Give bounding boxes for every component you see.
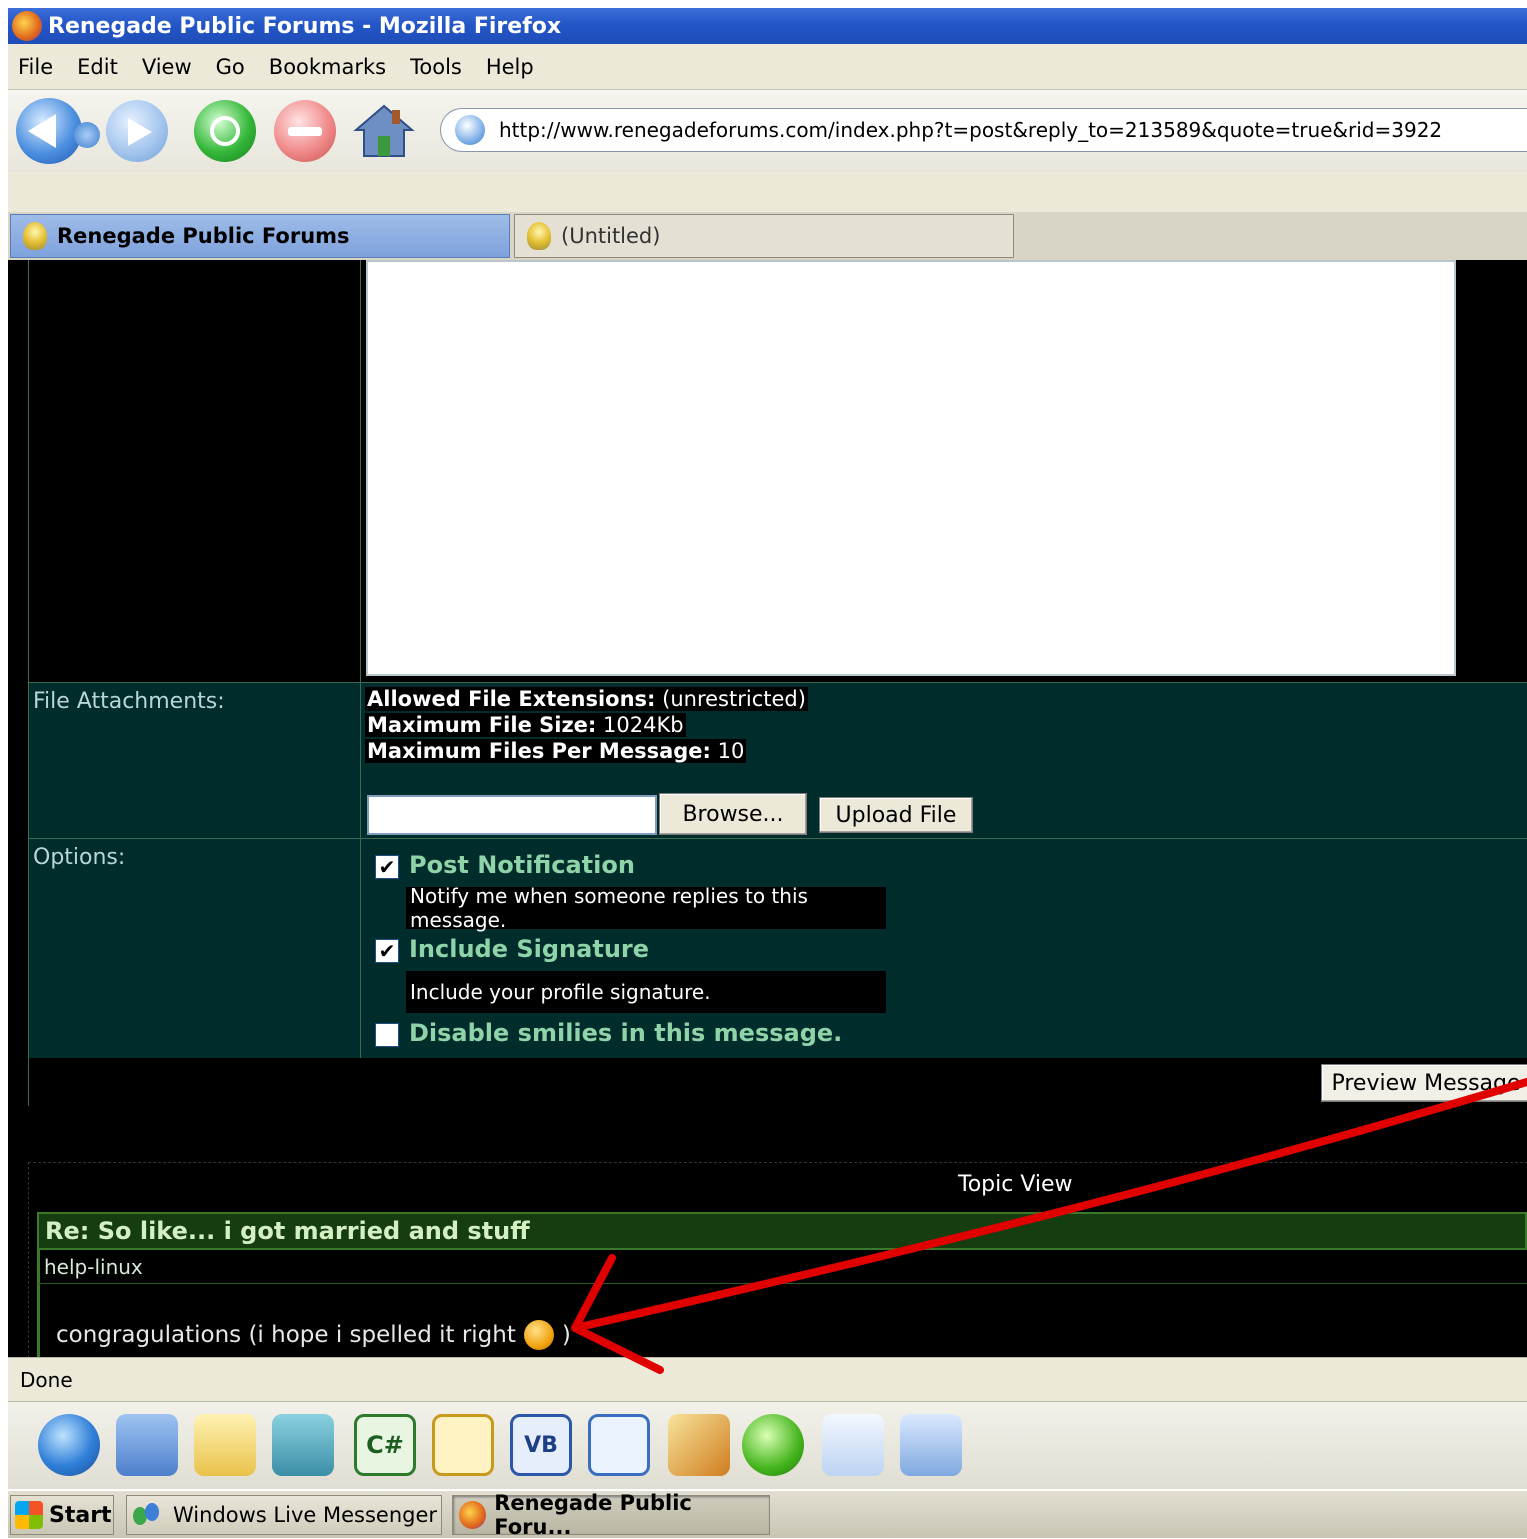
tab-renegade-public-forums[interactable]: Renegade Public Forums	[10, 214, 510, 258]
menu-bar: File Edit View Go Bookmarks Tools Help	[8, 44, 1527, 90]
menu-view[interactable]: View	[142, 55, 192, 79]
forward-arrow	[128, 118, 152, 146]
max-files-value: 10	[717, 739, 745, 763]
menu-go[interactable]: Go	[216, 55, 245, 79]
components-icon[interactable]	[272, 1414, 334, 1476]
status-bar: Done	[8, 1357, 1527, 1401]
include-signature-description: Include your profile signature.	[406, 971, 886, 1013]
status-text: Done	[20, 1367, 73, 1392]
post-text: congragulations (i hope i spelled it rig…	[56, 1320, 571, 1350]
menu-edit[interactable]: Edit	[77, 55, 118, 79]
allowed-extensions-line: Allowed File Extensions: (unrestricted)	[365, 687, 808, 711]
remote-desktop-icon[interactable]	[588, 1414, 650, 1476]
submit-row: Preview Message	[29, 1058, 1527, 1106]
reload-ring	[210, 116, 240, 146]
bookmarks-toolbar	[8, 172, 1527, 212]
file-path-input[interactable]	[367, 795, 657, 835]
navigation-toolbar: http://www.renegadeforums.com/index.php?…	[8, 90, 1527, 173]
post-author[interactable]: help-linux	[37, 1250, 1527, 1284]
row-divider	[360, 683, 361, 839]
max-files-line: Maximum Files Per Message: 10	[365, 739, 747, 763]
network-icon[interactable]	[116, 1414, 178, 1476]
firefox-icon	[12, 11, 42, 41]
tab-strip: Renegade Public Forums (Untitled)	[8, 212, 1527, 261]
window-title: Renegade Public Forums - Mozilla Firefox	[48, 13, 562, 39]
menu-help[interactable]: Help	[486, 55, 534, 79]
options-row: Options: ✔ Post Notification Notify me w…	[29, 838, 1527, 1060]
max-files-label: Maximum Files Per Message:	[367, 739, 711, 763]
message-textarea[interactable]	[366, 260, 1456, 676]
menu-bookmarks[interactable]: Bookmarks	[269, 55, 386, 79]
crosshair-icon[interactable]	[432, 1414, 494, 1476]
allowed-extensions-value: (unrestricted)	[662, 687, 806, 711]
start-label: Start	[49, 1502, 112, 1528]
max-file-size-label: Maximum File Size:	[367, 713, 597, 737]
file-attachments-row: File Attachments: Allowed File Extension…	[29, 682, 1527, 839]
allowed-extensions-label: Allowed File Extensions:	[367, 687, 656, 711]
internet-icon[interactable]	[38, 1414, 100, 1476]
post-body-text: congragulations (i hope i spelled it rig…	[56, 1322, 516, 1348]
back-history-dropdown-icon[interactable]	[74, 122, 100, 148]
mail-icon[interactable]	[194, 1414, 256, 1476]
disable-smilies-label[interactable]: Disable smilies in this message.	[409, 1019, 842, 1047]
page-icon	[527, 222, 551, 250]
page-icon	[23, 222, 47, 250]
stop-bar	[288, 127, 322, 136]
tab-untitled[interactable]: (Untitled)	[514, 214, 1014, 258]
notepad-pencil-icon[interactable]	[822, 1414, 884, 1476]
include-signature-label[interactable]: Include Signature	[409, 935, 649, 963]
topic-view-heading: Topic View	[958, 1172, 1073, 1197]
smiley-icon	[523, 1320, 554, 1350]
url-bar[interactable]: http://www.renegadeforums.com/index.php?…	[440, 108, 1527, 152]
post-title: Re: So like... i got married and stuff	[37, 1212, 1527, 1250]
post-notification-checkbox[interactable]: ✔	[375, 855, 399, 879]
back-arrow	[28, 114, 56, 148]
globe-icon	[455, 115, 485, 145]
taskbar: Start Windows Live Messenger Renegade Pu…	[8, 1489, 1527, 1539]
preview-message-button[interactable]: Preview Message	[1321, 1064, 1527, 1102]
options-label: Options:	[33, 845, 126, 870]
task-windows-live-messenger[interactable]: Windows Live Messenger	[126, 1495, 442, 1535]
messenger-icon	[133, 1503, 163, 1527]
upload-file-button[interactable]: Upload File	[819, 797, 973, 833]
file-attachments-label: File Attachments:	[33, 689, 225, 714]
include-signature-checkbox[interactable]: ✔	[375, 939, 399, 963]
start-button[interactable]: Start	[10, 1495, 114, 1535]
quill-icon[interactable]	[668, 1414, 730, 1476]
window-title-bar: Renegade Public Forums - Mozilla Firefox	[8, 8, 1527, 44]
quick-launch-bar: C# VB	[8, 1401, 1527, 1490]
post-notification-label[interactable]: Post Notification	[409, 851, 635, 879]
menu-file[interactable]: File	[18, 55, 53, 79]
tab-label: Renegade Public Forums	[57, 224, 350, 248]
home-icon[interactable]	[352, 102, 416, 160]
task-label: Windows Live Messenger	[173, 1503, 438, 1527]
post-body-suffix: )	[561, 1322, 571, 1348]
task-label: Renegade Public Foru...	[494, 1491, 692, 1539]
tab-label: (Untitled)	[561, 224, 661, 248]
url-text[interactable]: http://www.renegadeforums.com/index.php?…	[499, 118, 1442, 142]
notepad-icon[interactable]	[900, 1414, 962, 1476]
menu-tools[interactable]: Tools	[410, 55, 462, 79]
row-divider	[360, 839, 361, 1059]
task-renegade-public-forums[interactable]: Renegade Public Foru...	[452, 1491, 770, 1539]
post-notification-description: Notify me when someone replies to this m…	[406, 884, 886, 932]
windows-logo-icon	[15, 1501, 43, 1529]
firefox-icon	[459, 1501, 487, 1529]
vb-icon[interactable]: VB	[510, 1414, 572, 1476]
disable-smilies-checkbox[interactable]	[375, 1023, 399, 1047]
music-player-icon[interactable]	[742, 1414, 804, 1476]
browse-button[interactable]: Browse...	[659, 793, 807, 835]
page-content: File Attachments: Allowed File Extension…	[8, 260, 1527, 1357]
max-file-size-line: Maximum File Size: 1024Kb	[365, 713, 686, 737]
max-file-size-value: 1024Kb	[603, 713, 684, 737]
csharp-icon[interactable]: C#	[354, 1414, 416, 1476]
